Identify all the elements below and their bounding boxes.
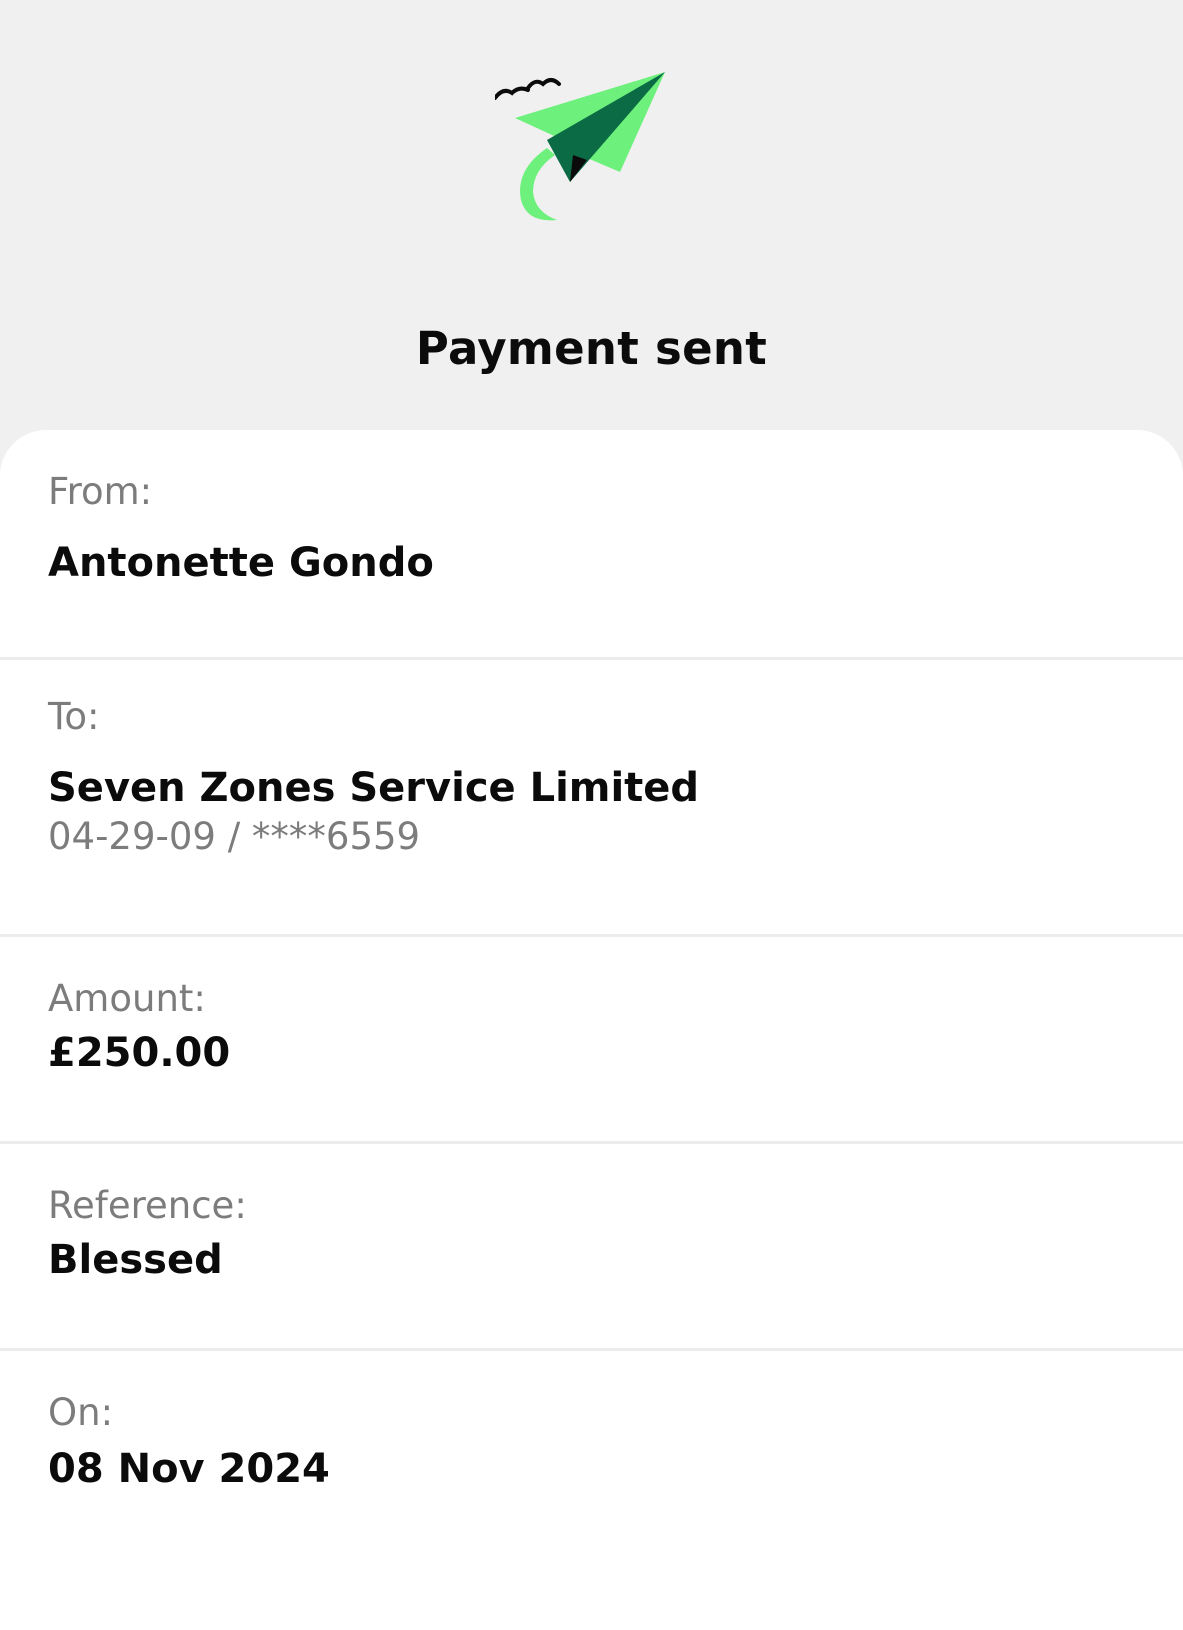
reference-value: Blessed — [48, 1237, 223, 1283]
page-title: Payment sent — [415, 322, 768, 375]
to-account-number: 04-29-09 / ****6559 — [48, 815, 421, 858]
detail-row-reference: Reference: Blessed — [0, 1144, 1183, 1351]
amount-value: £250.00 — [48, 1030, 231, 1076]
to-value: Seven Zones Service Limited — [48, 765, 700, 811]
paper-plane-icon — [495, 72, 665, 221]
amount-label: Amount: — [48, 977, 206, 1020]
detail-row-from: From: Antonette Gondo — [0, 430, 1183, 660]
detail-row-amount: Amount: £250.00 — [0, 937, 1183, 1144]
detail-row-to: To: Seven Zones Service Limited 04-29-09… — [0, 660, 1183, 937]
date-value: 08 Nov 2024 — [48, 1446, 330, 1492]
date-label: On: — [48, 1391, 114, 1434]
reference-label: Reference: — [48, 1184, 247, 1227]
from-label: From: — [48, 470, 153, 513]
to-label: To: — [48, 695, 100, 738]
payment-details-card: From: Antonette Gondo To: Seven Zones Se… — [0, 430, 1183, 1630]
detail-row-date: On: 08 Nov 2024 — [0, 1351, 1183, 1591]
header-area: Payment sent — [0, 0, 1183, 440]
from-value: Antonette Gondo — [48, 540, 434, 586]
